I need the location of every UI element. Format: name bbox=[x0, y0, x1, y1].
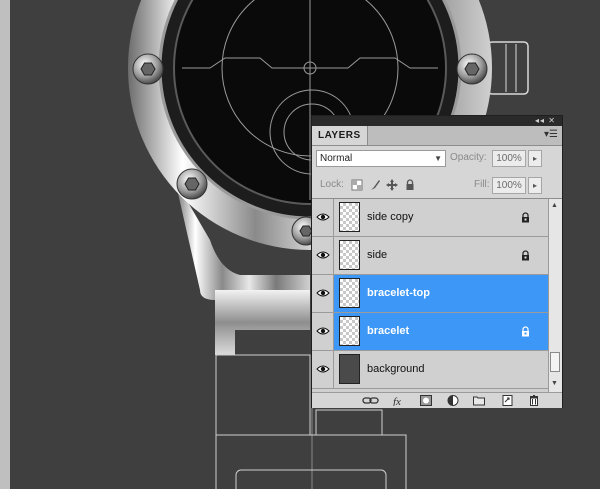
layer-row-side[interactable]: side bbox=[312, 237, 548, 275]
layers-bottom-toolbar: fx bbox=[312, 392, 562, 408]
layer-thumbnail bbox=[339, 278, 360, 308]
delete-layer-trash-icon[interactable] bbox=[528, 395, 540, 406]
new-layer-icon[interactable] bbox=[501, 395, 513, 406]
panel-dock-bar[interactable]: ◂◂ ✕ bbox=[312, 116, 562, 126]
eye-icon bbox=[316, 289, 330, 297]
lock-icon bbox=[522, 326, 529, 337]
layer-row-bracelet[interactable]: bracelet bbox=[312, 313, 548, 351]
tab-layers[interactable]: LAYERS bbox=[312, 126, 368, 145]
layer-thumbnail bbox=[339, 202, 360, 232]
lock-icon bbox=[522, 250, 529, 261]
visibility-toggle[interactable] bbox=[312, 237, 334, 274]
layer-thumbnail bbox=[339, 240, 360, 270]
fill-label: Fill: bbox=[474, 179, 490, 190]
scroll-up-arrow-icon[interactable]: ▲ bbox=[551, 202, 558, 209]
add-mask-icon[interactable] bbox=[420, 395, 432, 406]
layer-row-side-copy[interactable]: side copy bbox=[312, 199, 548, 237]
layer-row-background[interactable]: background bbox=[312, 351, 548, 389]
lock-all-icon[interactable] bbox=[404, 179, 416, 191]
chevron-down-icon: ▼ bbox=[434, 154, 442, 163]
lock-options-row: Lock: Fill: 100% ▸ bbox=[316, 177, 560, 195]
panel-tab-bar: LAYERS ▾☰ bbox=[312, 126, 562, 146]
layer-name: side bbox=[367, 249, 388, 261]
layer-name: bracelet bbox=[367, 325, 410, 337]
fill-slider-arrow-icon[interactable]: ▸ bbox=[528, 177, 542, 194]
layer-name: bracelet-top bbox=[367, 287, 430, 299]
visibility-toggle[interactable] bbox=[312, 199, 334, 236]
lock-transparent-pixels-icon[interactable] bbox=[351, 179, 363, 191]
layer-name: background bbox=[367, 363, 425, 375]
visibility-toggle[interactable] bbox=[312, 275, 334, 312]
blend-options-row: Normal ▼ Opacity: 100% ▸ bbox=[316, 150, 560, 168]
eye-icon bbox=[316, 365, 330, 373]
link-layers-icon[interactable] bbox=[362, 395, 380, 406]
fill-input[interactable]: 100% bbox=[492, 177, 526, 194]
lock-label: Lock: bbox=[320, 179, 344, 190]
panel-menu-icon[interactable]: ▾☰ bbox=[544, 128, 558, 142]
layers-panel[interactable]: ◂◂ ✕ LAYERS ▾☰ Normal ▼ Opacity: 100% ▸ … bbox=[311, 115, 563, 408]
visibility-toggle[interactable] bbox=[312, 313, 334, 350]
layer-style-fx-icon[interactable]: fx bbox=[392, 395, 408, 406]
layer-thumbnail bbox=[339, 354, 360, 384]
adjustment-layer-icon[interactable] bbox=[447, 395, 459, 406]
eye-icon bbox=[316, 327, 330, 335]
opacity-slider-arrow-icon[interactable]: ▸ bbox=[528, 150, 542, 167]
eye-icon bbox=[316, 213, 330, 221]
screw-left-icon bbox=[132, 53, 164, 85]
blend-mode-value: Normal bbox=[320, 153, 353, 164]
layer-row-bracelet-top[interactable]: bracelet-top bbox=[312, 275, 548, 313]
lock-icon bbox=[522, 212, 529, 223]
screw-lower-left-icon bbox=[176, 168, 208, 200]
screw-right-icon bbox=[456, 53, 488, 85]
new-group-folder-icon[interactable] bbox=[473, 395, 485, 406]
visibility-toggle[interactable] bbox=[312, 351, 334, 388]
layer-name: side copy bbox=[367, 211, 414, 223]
collapse-panel-icon[interactable]: ◂◂ ✕ bbox=[535, 116, 556, 126]
lock-image-pixels-brush-icon[interactable] bbox=[369, 179, 381, 191]
lock-position-move-icon[interactable] bbox=[386, 179, 398, 191]
svg-text:fx: fx bbox=[393, 396, 401, 406]
layer-thumbnail bbox=[339, 316, 360, 346]
scroll-thumb[interactable] bbox=[550, 352, 560, 372]
layer-list-scrollbar[interactable]: ▲ ▼ bbox=[548, 198, 562, 392]
layer-list[interactable]: side copy side bracelet-top bracelet bac… bbox=[312, 198, 548, 393]
scroll-down-arrow-icon[interactable]: ▼ bbox=[551, 380, 558, 387]
blend-mode-select[interactable]: Normal ▼ bbox=[316, 150, 446, 167]
eye-icon bbox=[316, 251, 330, 259]
opacity-input[interactable]: 100% bbox=[492, 150, 526, 167]
opacity-label: Opacity: bbox=[450, 152, 487, 163]
